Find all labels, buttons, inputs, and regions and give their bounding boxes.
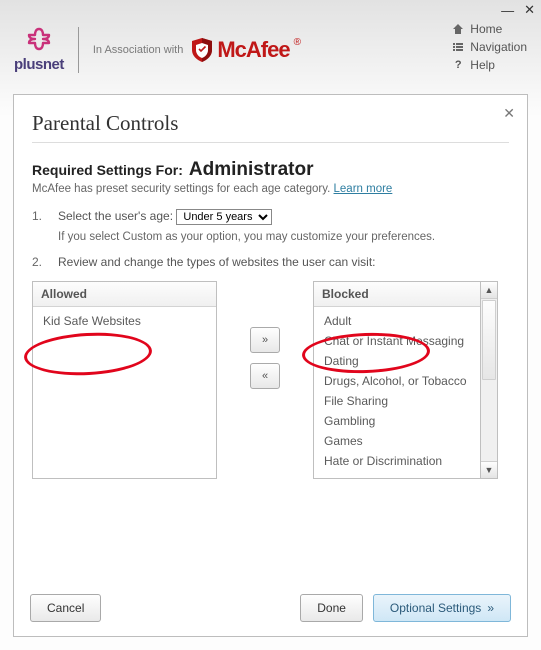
blocked-scrollbar[interactable]: ▲ ▼ bbox=[481, 281, 498, 479]
window-close-button[interactable]: ✕ bbox=[524, 2, 535, 18]
help-icon: ? bbox=[452, 59, 464, 71]
required-settings-subtext: McAfee has preset security settings for … bbox=[32, 183, 509, 195]
nav-navigation-label: Navigation bbox=[470, 40, 527, 54]
blocked-header: Blocked bbox=[314, 282, 480, 307]
user-age-select[interactable]: Under 5 years bbox=[176, 209, 272, 225]
step-2: 2. Review and change the types of websit… bbox=[32, 255, 509, 269]
list-item[interactable]: Games bbox=[314, 431, 480, 451]
step-1-label: Select the user's age: bbox=[58, 209, 173, 223]
subtext-text: McAfee has preset security settings for … bbox=[32, 183, 330, 195]
step-1-hint: If you select Custom as your option, you… bbox=[58, 231, 509, 243]
move-right-button[interactable]: » bbox=[250, 327, 280, 353]
header-nav: Home Navigation ? Help bbox=[452, 22, 527, 72]
allowed-header: Allowed bbox=[33, 282, 216, 307]
step-1-number: 1. bbox=[32, 209, 46, 243]
header-divider bbox=[78, 27, 79, 73]
scroll-down-button[interactable]: ▼ bbox=[481, 461, 497, 478]
minimize-button[interactable]: — bbox=[501, 3, 514, 18]
step-2-label: Review and change the types of websites … bbox=[58, 255, 376, 269]
optional-settings-label: Optional Settings bbox=[390, 601, 481, 615]
scroll-up-button[interactable]: ▲ bbox=[481, 282, 497, 299]
panel-footer: Cancel Done Optional Settings » bbox=[14, 580, 527, 636]
step-1: 1. Select the user's age: Under 5 years … bbox=[32, 209, 509, 243]
nav-home-label: Home bbox=[470, 22, 502, 36]
blocked-listbox[interactable]: Blocked AdultChat or Instant MessagingDa… bbox=[313, 281, 481, 479]
steps: 1. Select the user's age: Under 5 years … bbox=[32, 209, 509, 269]
window-titlebar: — ✕ bbox=[0, 0, 541, 20]
blocked-items: AdultChat or Instant MessagingDatingDrug… bbox=[314, 307, 480, 478]
mcafee-wordmark: McAfee bbox=[217, 37, 289, 63]
mover-buttons: » « bbox=[217, 281, 313, 389]
step-2-number: 2. bbox=[32, 255, 46, 269]
list-icon bbox=[452, 41, 464, 53]
learn-more-link[interactable]: Learn more bbox=[334, 183, 393, 195]
required-settings-label: Required Settings For: bbox=[32, 162, 183, 178]
nav-help[interactable]: ? Help bbox=[452, 58, 527, 72]
blocked-listbox-wrap: Blocked AdultChat or Instant MessagingDa… bbox=[313, 281, 498, 479]
list-item[interactable]: Kid Safe Websites bbox=[33, 311, 216, 331]
association-label: In Association with bbox=[93, 44, 184, 56]
cancel-button[interactable]: Cancel bbox=[30, 594, 101, 622]
list-item[interactable]: Dating bbox=[314, 351, 480, 371]
allowed-listbox[interactable]: Allowed Kid Safe Websites bbox=[32, 281, 217, 479]
mcafee-shield-icon bbox=[191, 37, 213, 63]
nav-help-label: Help bbox=[470, 58, 495, 72]
list-item[interactable]: File Sharing bbox=[314, 391, 480, 411]
allowed-items: Kid Safe Websites bbox=[33, 307, 216, 478]
footer-right-buttons: Done Optional Settings » bbox=[300, 594, 511, 622]
mcafee-logo: McAfee ® bbox=[191, 37, 301, 63]
parental-controls-panel: ✕ Parental Controls Required Settings Fo… bbox=[13, 94, 528, 637]
optional-settings-button[interactable]: Optional Settings » bbox=[373, 594, 511, 622]
plusnet-logo: plusnet bbox=[14, 26, 64, 73]
plusnet-wordmark: plusnet bbox=[14, 56, 64, 73]
panel-title: Parental Controls bbox=[32, 111, 509, 136]
panel-close-button[interactable]: ✕ bbox=[503, 105, 515, 122]
panel-separator bbox=[32, 142, 509, 143]
scroll-thumb[interactable] bbox=[482, 300, 496, 380]
list-item[interactable]: Gambling bbox=[314, 411, 480, 431]
done-button[interactable]: Done bbox=[300, 594, 363, 622]
list-item[interactable]: Drugs, Alcohol, or Tobacco bbox=[314, 371, 480, 391]
nav-home[interactable]: Home bbox=[452, 22, 527, 36]
required-settings-heading: Required Settings For: Administrator bbox=[32, 159, 509, 181]
nav-navigation[interactable]: Navigation bbox=[452, 40, 527, 54]
home-icon bbox=[452, 23, 464, 35]
required-settings-value: Administrator bbox=[189, 159, 314, 181]
plusnet-flower-icon bbox=[23, 26, 55, 58]
list-item[interactable]: Adult bbox=[314, 311, 480, 331]
category-lists: Allowed Kid Safe Websites » « Blocked Ad… bbox=[32, 281, 509, 479]
list-item[interactable]: Hate or Discrimination bbox=[314, 451, 480, 471]
list-item[interactable]: Chat or Instant Messaging bbox=[314, 331, 480, 351]
mcafee-trademark: ® bbox=[294, 37, 301, 48]
chevron-right-icon: » bbox=[487, 601, 494, 615]
move-left-button[interactable]: « bbox=[250, 363, 280, 389]
